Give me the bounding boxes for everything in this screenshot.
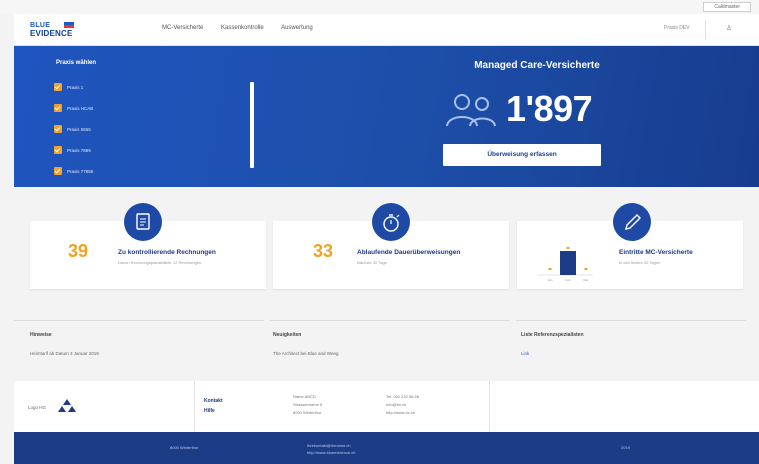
news-text: The Architect bei Blue and Weeg — [273, 351, 339, 356]
hero-panel: Praxis wählen Praxis 1 Praxis HCAB Praxi… — [14, 46, 759, 187]
praxis-item[interactable]: Praxis HCAB — [54, 103, 93, 113]
specialists-link[interactable]: Link — [521, 351, 529, 356]
mini-chart-point — [566, 247, 570, 249]
mc-insured-title: Managed Care-Versicherte — [474, 60, 600, 71]
mini-chart-tick-label: Mar — [583, 278, 588, 282]
checkbox-icon[interactable] — [54, 83, 62, 91]
contact-strip: Logo HG Kontakt Hilfe Name ABCD Strassen… — [14, 381, 759, 432]
entries-subtitle: in den letzten 30 Tagen — [619, 260, 661, 265]
create-referral-button[interactable]: Überweisung erfassen — [443, 144, 601, 166]
partner-logo-icon — [58, 399, 76, 412]
praxis-item[interactable]: Praxis 1 — [54, 82, 93, 92]
footer-email[interactable]: Ihrekontakt@ihrname.ch — [307, 442, 355, 449]
logo-flag-icon — [64, 22, 74, 28]
invoices-count: 39 — [68, 241, 89, 261]
referrals-count: 33 — [313, 241, 334, 261]
mc-count-value: 1'897 — [506, 88, 593, 129]
stopwatch-icon — [372, 203, 410, 241]
footer-contact: Ihrekontakt@ihrname.ch http://www.blueev… — [307, 442, 355, 456]
address-line: Name ABCD — [293, 394, 316, 399]
brand-logo[interactable]: BLUE EVIDENCE — [30, 22, 74, 38]
nav-auswertung[interactable]: Auswertung — [281, 25, 313, 31]
notes-heading: Hinweise — [30, 332, 52, 338]
invoice-icon — [124, 203, 162, 241]
mini-chart-tick-label: Feb — [565, 278, 571, 282]
contact-divider — [194, 381, 195, 432]
mini-chart-tick-label: Jan — [548, 278, 553, 282]
address-line: 8000 Winterthur — [293, 410, 322, 415]
referrals-title: Ablaufende Dauerüberweisungen — [357, 249, 461, 256]
contact-divider — [489, 381, 490, 432]
praxis-item[interactable]: Praxis 77855 — [54, 166, 93, 176]
specialists-heading: Liste Referenzspezialisten — [521, 332, 584, 338]
praxis-list: Praxis 1 Praxis HCAB Praxis 5555 Praxis … — [54, 82, 93, 187]
mc-insured-count: 1'897 — [442, 88, 632, 134]
website-line[interactable]: http://www.hx.ch — [386, 410, 415, 415]
os-taskbar: Caldmaster — [0, 0, 759, 14]
entries-title: Eintritte MC-Versicherte — [619, 249, 693, 256]
mini-chart-bar — [560, 251, 576, 275]
footer-address: 8000 Winterthur — [170, 445, 199, 450]
checkbox-icon[interactable] — [54, 125, 62, 133]
phone-line: Tel. 052 232 56 56 — [386, 394, 419, 399]
nav-kassenkontrolle[interactable]: Kassenkontrolle — [221, 25, 264, 31]
info-divider-1 — [14, 320, 264, 321]
checkbox-icon[interactable] — [54, 146, 62, 154]
partner-logo-label: Logo HG — [28, 405, 47, 410]
contact-link[interactable]: Kontakt — [204, 398, 223, 404]
mini-chart-point — [584, 268, 588, 270]
os-window-item[interactable]: Caldmaster — [703, 2, 751, 12]
referrals-subtitle: Nächste 30 Tage — [357, 260, 387, 265]
help-link[interactable]: Hilfe — [204, 408, 215, 414]
main-nav: MC-Versicherte Kassenkontrolle Auswertun… — [162, 25, 329, 31]
praxis-item[interactable]: Praxis 7889 — [54, 145, 93, 155]
footer: 8000 Winterthur Ihrekontakt@ihrname.ch h… — [14, 432, 759, 464]
praxis-scrollbar[interactable] — [250, 82, 254, 168]
notes-text: Heimtarif ab Datum 3 Januar 2019 — [30, 351, 99, 356]
people-icon — [446, 94, 496, 127]
praxis-select-title: Praxis wählen — [56, 60, 97, 66]
entries-mini-chart: Jan Feb Mar — [537, 247, 593, 282]
invoices-subtitle: Davon Rechnungsplausibilität: 12 Rechnun… — [118, 260, 202, 265]
logo-text-line2: EVIDENCE — [30, 29, 73, 38]
header-divider — [705, 20, 706, 40]
email-line[interactable]: Info@hx.ch — [386, 402, 406, 407]
user-icon[interactable]: ♙ — [724, 24, 734, 34]
info-divider-3 — [516, 320, 746, 321]
checkbox-icon[interactable] — [54, 104, 62, 112]
user-label[interactable]: Praxis DEV — [664, 25, 690, 31]
footer-year: 2019 — [621, 445, 630, 450]
info-divider-2 — [270, 320, 510, 321]
pencil-icon — [613, 203, 651, 241]
footer-website[interactable]: http://www.blueevidence.ch — [307, 449, 355, 456]
invoices-title: Zu kontrollierende Rechnungen — [118, 249, 216, 256]
nav-mc-versicherte[interactable]: MC-Versicherte — [162, 25, 203, 31]
address-line: Strassenname 5 — [293, 402, 323, 407]
mini-chart-point — [548, 268, 552, 270]
checkbox-icon[interactable] — [54, 167, 62, 175]
news-heading: Neuigkeiten — [273, 332, 302, 338]
praxis-item[interactable]: Praxis 5555 — [54, 124, 93, 134]
top-header: BLUE EVIDENCE MC-Versicherte Kassenkontr… — [14, 14, 759, 46]
